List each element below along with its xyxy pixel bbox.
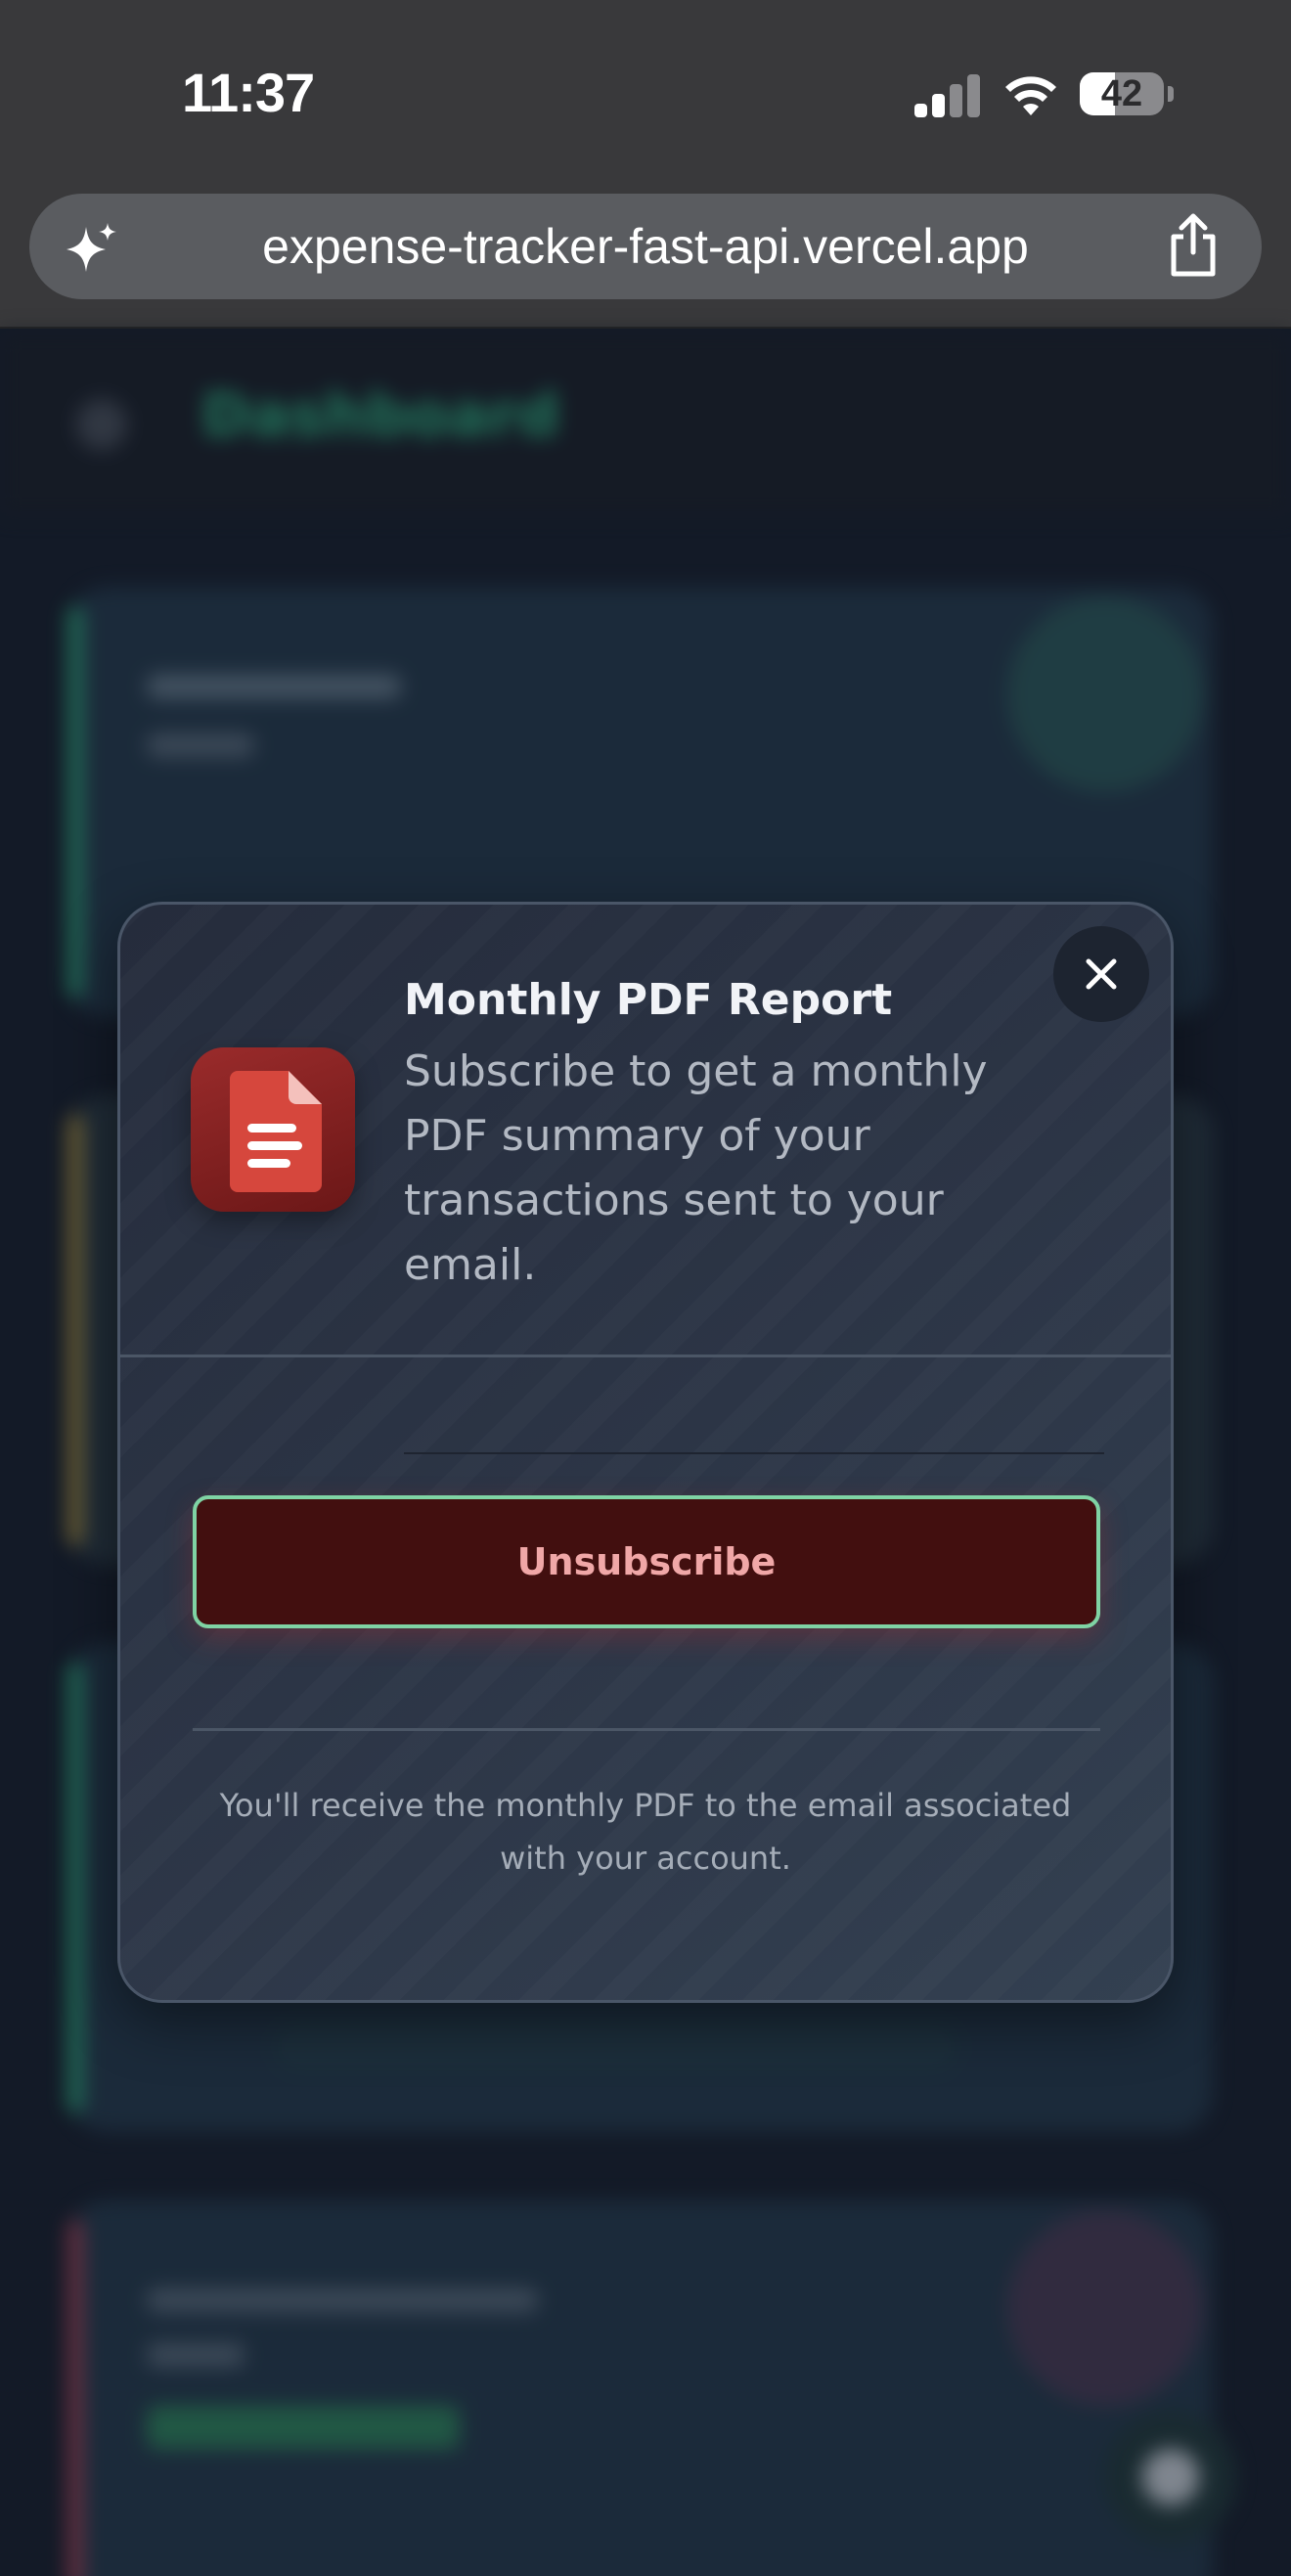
- wifi-icon: [1005, 76, 1056, 115]
- close-icon: [1086, 958, 1117, 990]
- modal-description: Subscribe to get a monthly PDF summary o…: [404, 1046, 988, 1290]
- cellular-signal-icon: [914, 72, 981, 117]
- footer-divider: [193, 1728, 1100, 1731]
- url-text[interactable]: expense-tracker-fast-api.vercel.app: [156, 194, 1135, 299]
- document-icon: [230, 1071, 322, 1192]
- pdf-document-icon: [191, 1047, 355, 1212]
- browser-chrome: 11:37 42 expense-tracker-fast-api.vercel…: [0, 0, 1291, 329]
- chat-fab: [1105, 2412, 1236, 2543]
- close-button[interactable]: [1053, 926, 1149, 1022]
- address-bar[interactable]: expense-tracker-fast-api.vercel.app: [29, 194, 1262, 299]
- menu-icon: [76, 399, 127, 450]
- modal-title: Monthly PDF Report: [404, 975, 893, 1025]
- dashboard-header: Dashboard: [0, 331, 1291, 516]
- section-divider: [404, 1452, 1104, 1454]
- dashboard-title: Dashboard: [201, 381, 559, 450]
- modal-divider: [120, 1355, 1171, 1357]
- share-icon[interactable]: [1164, 213, 1223, 278]
- battery-icon: 42: [1080, 72, 1164, 115]
- unsubscribe-button[interactable]: Unsubscribe: [193, 1495, 1100, 1628]
- battery-percent: 42: [1100, 73, 1143, 114]
- battery-tip: [1168, 86, 1174, 102]
- sparkle-icon[interactable]: [63, 221, 119, 278]
- status-time: 11:37: [182, 62, 315, 123]
- dashboard-card: [68, 2200, 1213, 2576]
- modal-footnote: You'll receive the monthly PDF to the em…: [219, 1787, 1072, 1877]
- pdf-report-modal: Monthly PDF Report Subscribe to get a mo…: [117, 902, 1174, 2003]
